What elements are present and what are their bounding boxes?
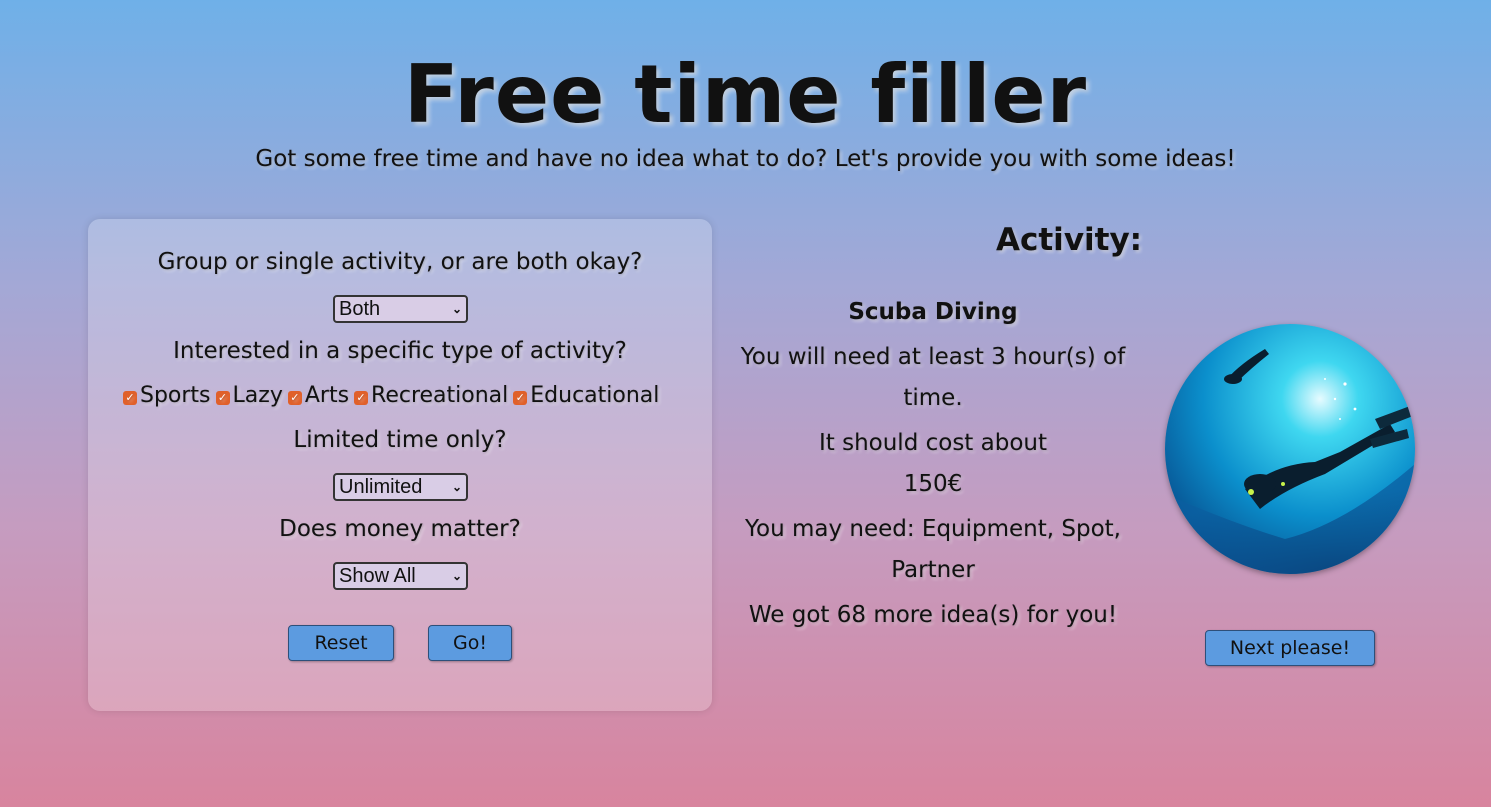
chevron-down-icon: ⌄ <box>451 302 462 316</box>
money-select[interactable]: Show All ⌄ <box>333 562 468 590</box>
page-subtitle: Got some free time and have no idea what… <box>255 146 1236 172</box>
next-button[interactable]: Next please! <box>1205 630 1375 666</box>
type-checkbox-group: ✓ Sports ✓ Lazy ✓ Arts ✓ Recreational ✓ … <box>118 383 718 408</box>
group-question: Group or single activity, or are both ok… <box>157 249 643 275</box>
activity-heading: Activity: <box>996 222 1143 258</box>
checkbox-arts[interactable]: ✓ <box>287 390 302 405</box>
checkbox-recreational[interactable]: ✓ <box>354 390 369 405</box>
checkbox-label-recreational: Recreational <box>371 383 509 408</box>
activity-cost-value: 150€ <box>903 471 963 497</box>
group-select-value: Both <box>339 297 381 320</box>
money-select-value: Show All <box>339 564 416 587</box>
checkbox-label-arts: Arts <box>304 383 350 408</box>
time-select[interactable]: Unlimited ⌄ <box>333 473 468 501</box>
activity-time: You will need at least 3 hour(s) of time… <box>740 344 1126 411</box>
time-question: Limited time only? <box>293 427 507 453</box>
time-select-value: Unlimited <box>339 475 423 498</box>
page-title: Free time filler <box>403 48 1088 141</box>
checkbox-label-sports: Sports <box>140 383 211 408</box>
type-question: Interested in a specific type of activit… <box>173 338 627 364</box>
chevron-down-icon: ⌄ <box>451 480 462 494</box>
group-select[interactable]: Both ⌄ <box>333 295 468 323</box>
checkbox-lazy[interactable]: ✓ <box>215 390 230 405</box>
chevron-down-icon: ⌄ <box>451 569 462 583</box>
reset-button[interactable]: Reset <box>288 625 394 661</box>
checkbox-sports[interactable]: ✓ <box>123 390 137 405</box>
activity-name: Scuba Diving <box>848 299 1018 325</box>
activity-card: Scuba Diving You will need at least 3 ho… <box>728 292 1138 640</box>
checkbox-label-educational: Educational <box>530 383 660 408</box>
checkbox-educational[interactable]: ✓ <box>513 390 528 405</box>
scuba-diving-image <box>1165 324 1415 574</box>
checkbox-label-lazy: Lazy <box>232 383 283 408</box>
activity-needs: You may need: Equipment, Spot, Partner <box>745 516 1121 583</box>
activity-cost-label: It should cost about <box>818 430 1047 456</box>
activity-more-ideas: We got 68 more idea(s) for you! <box>748 602 1118 628</box>
money-question: Does money matter? <box>279 516 521 542</box>
go-button[interactable]: Go! <box>428 625 512 661</box>
filter-panel: Group or single activity, or are both ok… <box>88 219 712 711</box>
